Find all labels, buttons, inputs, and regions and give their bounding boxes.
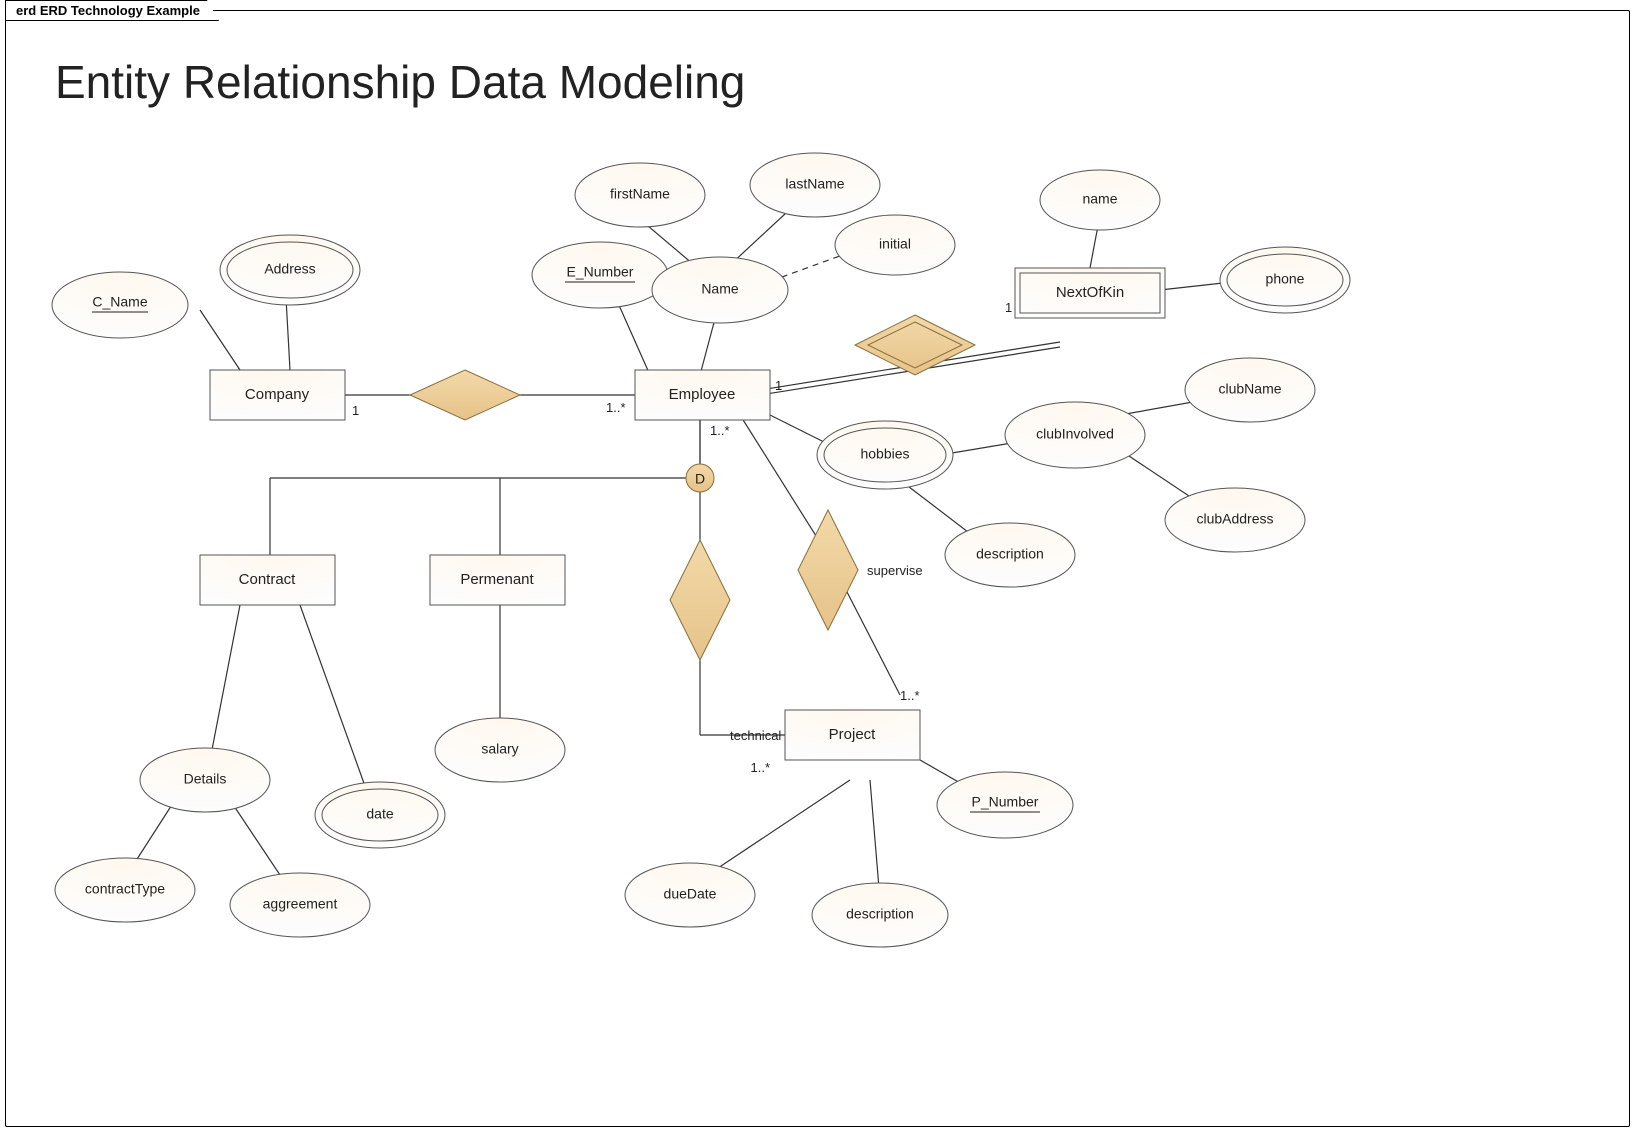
svg-text:Name: Name xyxy=(701,281,739,297)
attr-hobby-desc: description xyxy=(945,523,1075,587)
svg-text:hobbies: hobbies xyxy=(860,446,909,462)
svg-text:lastName: lastName xyxy=(785,176,844,192)
attr-aggreement: aggreement xyxy=(230,873,370,937)
rel-company-employee xyxy=(410,370,520,420)
svg-text:date: date xyxy=(366,806,393,822)
svg-text:Company: Company xyxy=(245,386,310,403)
svg-text:Contract: Contract xyxy=(239,571,297,588)
attr-address: Address xyxy=(220,235,360,305)
card-company: 1 xyxy=(352,403,359,418)
svg-text:clubAddress: clubAddress xyxy=(1196,511,1273,527)
svg-text:dueDate: dueDate xyxy=(664,886,717,902)
entity-nextofkin: NextOfKin xyxy=(1015,268,1165,318)
attr-e-number: E_Number xyxy=(532,242,668,308)
rel-employee-nextofkin xyxy=(855,315,975,375)
svg-text:description: description xyxy=(846,906,914,922)
svg-text:name: name xyxy=(1082,191,1117,207)
attr-duedate: dueDate xyxy=(625,863,755,927)
label-technical: technical xyxy=(730,728,781,743)
card-proj-tech: 1..* xyxy=(750,760,770,775)
svg-text:initial: initial xyxy=(879,236,911,252)
svg-text:P_Number: P_Number xyxy=(972,794,1039,810)
card-emp-nok: 1 xyxy=(775,378,782,393)
rel-technical xyxy=(670,540,730,660)
rel-supervise xyxy=(798,510,858,630)
attr-clubname: clubName xyxy=(1185,358,1315,422)
svg-text:Details: Details xyxy=(184,771,227,787)
attr-details: Details xyxy=(140,748,270,812)
attr-contracttype: contractType xyxy=(55,858,195,922)
entity-permanent: Permenant xyxy=(430,555,565,605)
attr-lastname: lastName xyxy=(750,153,880,217)
svg-text:clubInvolved: clubInvolved xyxy=(1036,426,1114,442)
svg-text:C_Name: C_Name xyxy=(92,294,147,310)
svg-text:salary: salary xyxy=(481,741,518,757)
svg-text:phone: phone xyxy=(1266,271,1305,287)
card-proj-sup: 1..* xyxy=(900,688,920,703)
entity-contract: Contract xyxy=(200,555,335,605)
svg-text:description: description xyxy=(976,546,1044,562)
entity-project: Project xyxy=(785,710,920,760)
card-emp-proj: 1..* xyxy=(710,423,730,438)
attr-nok-name: name xyxy=(1040,170,1160,230)
attr-name-composite: Name xyxy=(652,257,788,323)
attr-salary: salary xyxy=(435,718,565,782)
attr-clubaddress: clubAddress xyxy=(1165,488,1305,552)
erd-canvas: D Company Employee NextOfKin Contract Pe… xyxy=(0,0,1635,1132)
diagram-frame: erd ERD Technology Example Entity Relati… xyxy=(0,0,1635,1132)
attr-nok-phone: phone xyxy=(1220,247,1350,313)
svg-text:Permenant: Permenant xyxy=(460,571,534,588)
attr-hobbies: hobbies xyxy=(817,421,953,489)
card-emp-company: 1..* xyxy=(606,400,626,415)
svg-text:clubName: clubName xyxy=(1218,381,1281,397)
svg-text:Employee: Employee xyxy=(669,386,736,403)
svg-text:E_Number: E_Number xyxy=(567,264,634,280)
svg-text:Project: Project xyxy=(829,726,877,743)
attr-proj-desc: description xyxy=(812,883,948,947)
svg-text:firstName: firstName xyxy=(610,186,670,202)
entity-employee: Employee xyxy=(635,370,770,420)
attr-firstname: firstName xyxy=(575,163,705,227)
svg-text:aggreement: aggreement xyxy=(263,896,338,912)
svg-text:D: D xyxy=(695,471,705,487)
label-supervise: supervise xyxy=(867,563,923,578)
svg-text:Address: Address xyxy=(264,261,315,277)
entity-company: Company xyxy=(210,370,345,420)
card-nok: 1 xyxy=(1005,300,1012,315)
attr-date: date xyxy=(315,782,445,848)
svg-text:contractType: contractType xyxy=(85,881,165,897)
attr-clubinvolved: clubInvolved xyxy=(1005,402,1145,468)
svg-text:NextOfKin: NextOfKin xyxy=(1056,284,1124,301)
attr-c-name: C_Name xyxy=(52,272,188,338)
disjoint-indicator: D xyxy=(686,464,714,492)
attr-initial: initial xyxy=(835,215,955,275)
attr-p-number: P_Number xyxy=(937,772,1073,838)
